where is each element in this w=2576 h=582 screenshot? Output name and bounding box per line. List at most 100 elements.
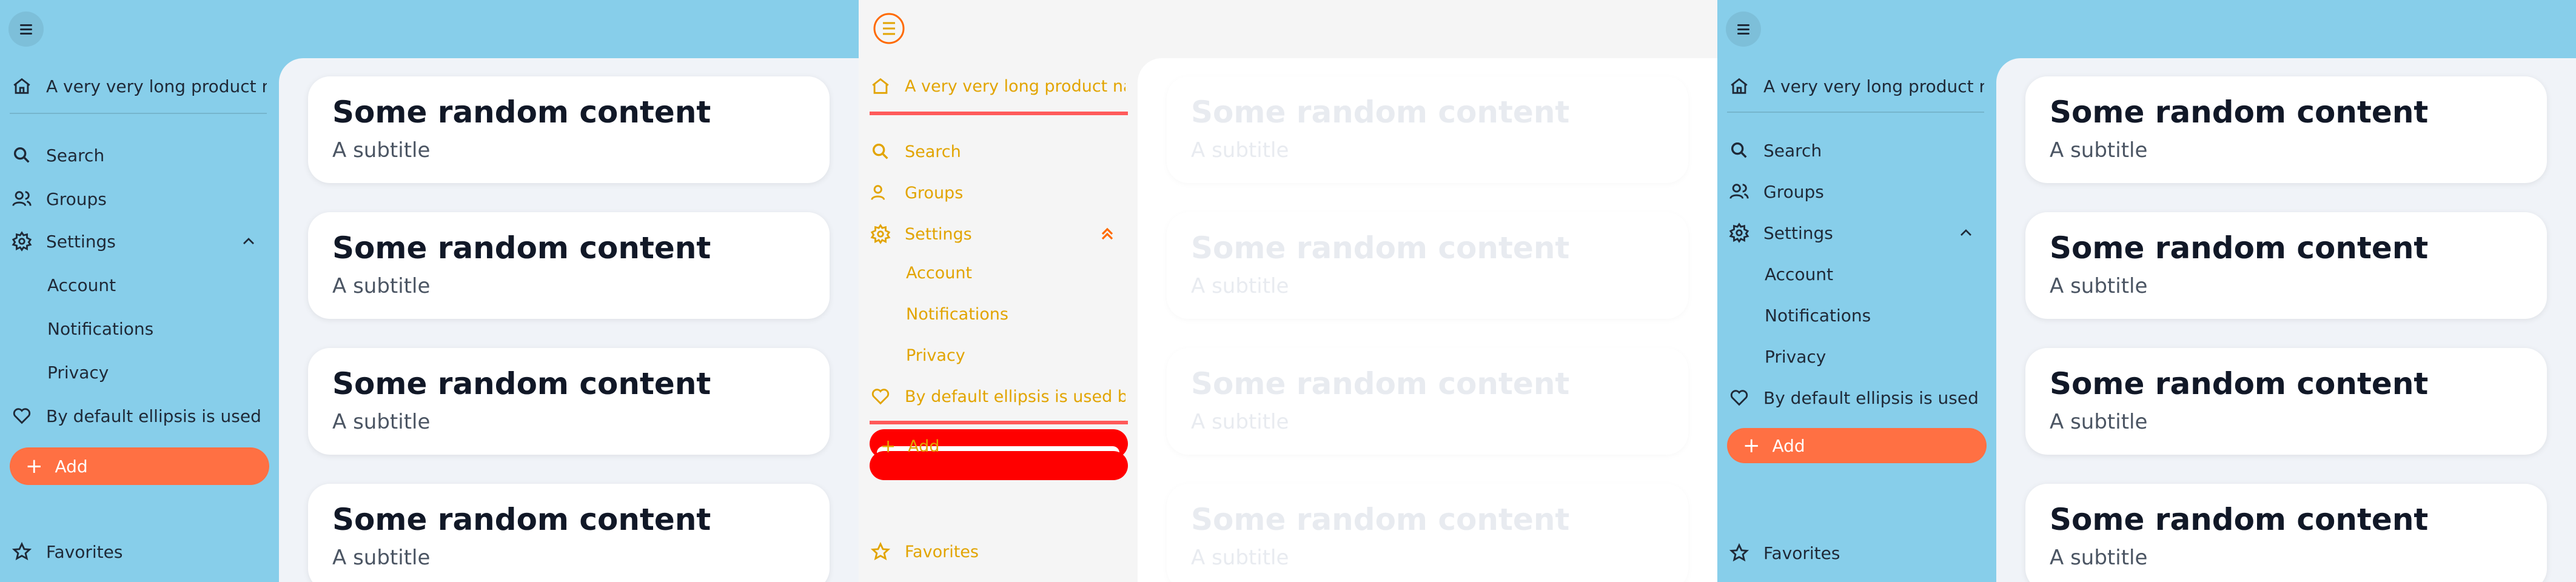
content-card[interactable]: Some random content A subtitle <box>1167 484 1688 582</box>
home-icon <box>10 74 34 98</box>
card-subtitle: A subtitle <box>1191 138 1289 162</box>
add-label: Add <box>55 456 88 477</box>
nav-divider <box>10 113 267 114</box>
nav-item-notifications[interactable]: Notifications <box>47 310 266 347</box>
card-subtitle: A subtitle <box>1191 546 1289 570</box>
chevron-up-icon[interactable] <box>239 232 258 251</box>
heart-icon <box>868 384 893 409</box>
card-title: Some random content <box>332 366 711 401</box>
sidebar: A very very long product name Search Gro… <box>859 58 1138 582</box>
nav-item-settings[interactable]: Settings <box>868 216 1125 252</box>
nav-item-product[interactable]: A very very long product name <box>10 68 267 104</box>
nav-label-notifications: Notifications <box>906 304 1008 324</box>
nav-label-notifications: Notifications <box>1765 305 1871 326</box>
menu-button[interactable] <box>1726 12 1761 47</box>
nav-item-privacy[interactable]: Privacy <box>906 337 1124 373</box>
content-card[interactable]: Some random content A subtitle <box>1167 76 1688 183</box>
nav-label-notifications: Notifications <box>47 318 154 339</box>
nav-item-privacy[interactable]: Privacy <box>1765 338 1983 375</box>
plus-icon: + <box>1743 433 1760 458</box>
home-icon <box>1727 74 1751 98</box>
nav-label-long: By default ellipsis is used but <box>1763 387 1984 408</box>
nav-label-groups: Groups <box>905 183 964 202</box>
nav-item-favorites[interactable]: Favorites <box>10 534 267 570</box>
nav-item-notifications[interactable]: Notifications <box>1765 297 1983 333</box>
nav-item-groups[interactable]: Groups <box>10 181 267 217</box>
home-icon <box>868 74 893 98</box>
search-icon <box>10 143 34 167</box>
content-card[interactable]: Some random content A subtitle <box>2025 212 2547 319</box>
card-subtitle: A subtitle <box>2050 546 2148 570</box>
nav-item-long[interactable]: By default ellipsis is used but <box>10 398 267 434</box>
nav-label-favorites: Favorites <box>1763 543 1840 563</box>
debug-divider <box>870 112 1128 115</box>
debug-divider <box>870 421 1128 424</box>
panel-left: A very very long product name Search Gro… <box>0 0 859 582</box>
nav-label-product: A very very long product name <box>1763 76 1984 96</box>
card-title: Some random content <box>1191 366 1570 401</box>
nav-label-search: Search <box>1763 140 1822 161</box>
star-icon <box>868 540 893 564</box>
content-area: Some random content A subtitle Some rando… <box>1996 58 2576 582</box>
nav-item-search[interactable]: Search <box>10 137 267 173</box>
nav-item-favorites[interactable]: Favorites <box>1727 535 1984 571</box>
card-title: Some random content <box>2050 230 2429 266</box>
card-title: Some random content <box>332 230 711 266</box>
content-card[interactable]: Some random content A subtitle <box>308 348 830 455</box>
search-icon <box>1727 138 1751 162</box>
menu-icon[interactable] <box>872 10 906 47</box>
nav-item-settings[interactable]: Settings <box>1727 215 1984 251</box>
card-subtitle: A subtitle <box>2050 274 2148 298</box>
content-card[interactable]: Some random content A subtitle <box>308 484 830 582</box>
add-label: Add <box>908 436 940 456</box>
content-card[interactable]: Some random content A subtitle <box>1167 212 1688 319</box>
nav-label-favorites: Favorites <box>46 541 123 562</box>
nav-label-account: Account <box>47 275 116 295</box>
groups-icon <box>868 181 893 205</box>
content-card[interactable]: Some random content A subtitle <box>308 212 830 319</box>
nav-label-settings: Settings <box>46 231 116 252</box>
nav-label-search: Search <box>905 142 961 161</box>
nav-item-long[interactable]: By default ellipsis is used but <box>1727 380 1984 416</box>
nav-label-product: A very very long product name <box>46 76 267 96</box>
nav-label-account: Account <box>1765 264 1834 284</box>
nav-item-notifications[interactable]: Notifications <box>906 296 1124 332</box>
heart-icon <box>10 404 34 428</box>
nav-item-product[interactable]: A very very long product name <box>1727 68 1984 104</box>
nav-item-account[interactable]: Account <box>906 255 1124 291</box>
nav-label-privacy: Privacy <box>1765 346 1826 367</box>
nav-item-account[interactable]: Account <box>1765 256 1983 292</box>
nav-item-groups[interactable]: Groups <box>1727 173 1984 210</box>
add-label-debug: + Add <box>880 428 1138 464</box>
content-card[interactable]: Some random content A subtitle <box>308 76 830 183</box>
card-title: Some random content <box>332 502 711 537</box>
nav-item-account[interactable]: Account <box>47 267 266 303</box>
nav-divider <box>1727 112 1984 113</box>
card-title: Some random content <box>2050 95 2429 130</box>
nav-label-groups: Groups <box>1763 181 1824 202</box>
nav-item-favorites[interactable]: Favorites <box>868 534 1125 570</box>
chevron-up-icon[interactable] <box>1098 224 1117 244</box>
content-card[interactable]: Some random content A subtitle <box>2025 76 2547 183</box>
card-subtitle: A subtitle <box>332 274 431 298</box>
add-button[interactable]: + Add <box>1727 428 1987 463</box>
star-icon <box>1727 541 1751 565</box>
add-button[interactable]: + Add <box>10 447 269 485</box>
nav-item-search[interactable]: Search <box>1727 132 1984 169</box>
content-card[interactable]: Some random content A subtitle <box>2025 348 2547 455</box>
sidebar: A very very long product name Search Gro… <box>1717 58 1996 582</box>
content-card[interactable]: Some random content A subtitle <box>1167 348 1688 455</box>
plus-icon: + <box>25 454 43 478</box>
content-area: Some random content A subtitle Some rando… <box>279 58 859 582</box>
nav-label-groups: Groups <box>46 189 107 209</box>
chevron-up-icon[interactable] <box>1956 223 1976 242</box>
nav-item-product[interactable]: A very very long product name <box>868 68 1125 104</box>
menu-button[interactable] <box>8 12 44 47</box>
nav-item-privacy[interactable]: Privacy <box>47 354 266 390</box>
nav-item-groups[interactable]: Groups <box>868 175 1125 211</box>
nav-item-search[interactable]: Search <box>868 133 1125 170</box>
top-bar <box>1717 0 2576 58</box>
nav-item-settings[interactable]: Settings <box>10 223 267 259</box>
content-card[interactable]: Some random content A subtitle <box>2025 484 2547 582</box>
nav-item-long[interactable]: By default ellipsis is used but <box>868 378 1125 415</box>
